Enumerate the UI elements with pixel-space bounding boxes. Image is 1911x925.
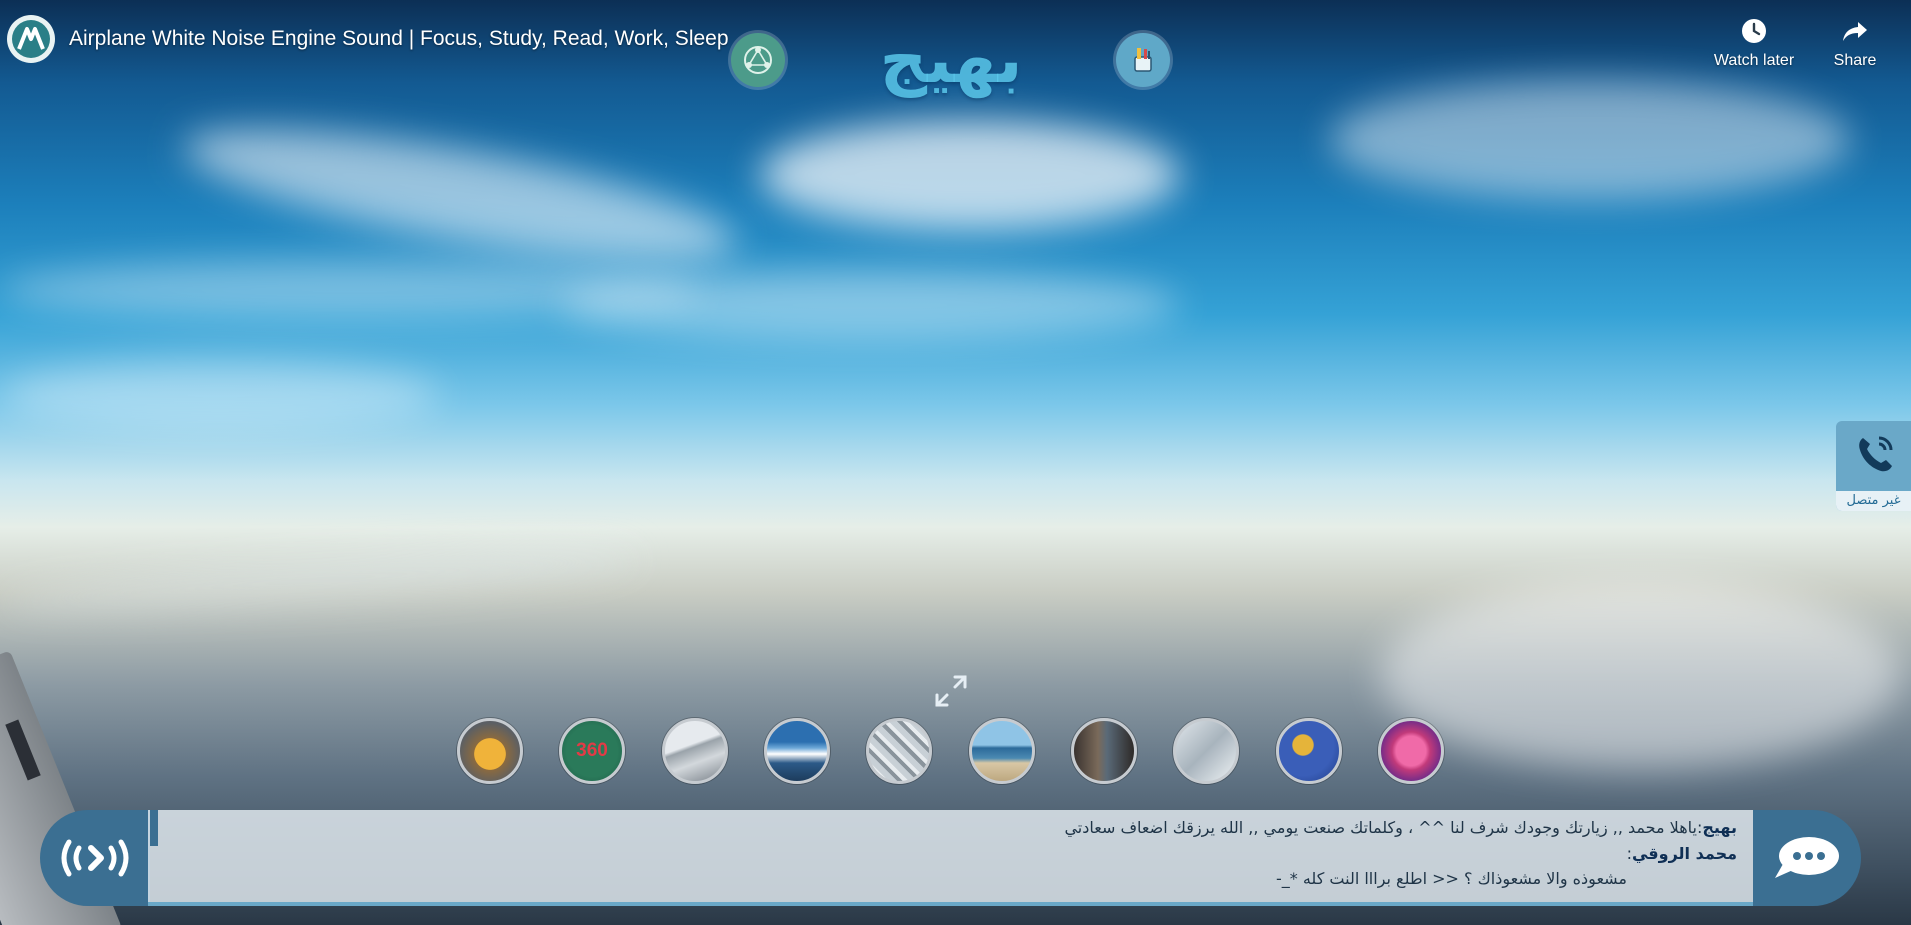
thumb-crystals[interactable] bbox=[866, 718, 932, 784]
expand-icon[interactable] bbox=[933, 673, 969, 709]
site-logo[interactable]: بهيج bbox=[806, 20, 1096, 100]
channel-logo-icon[interactable] bbox=[7, 15, 55, 63]
chat-text: مشعوذه والا مشعوذاك ؟ << اطلع برااا النت… bbox=[1275, 869, 1627, 888]
watch-later-label: Watch later bbox=[1713, 52, 1795, 69]
thumbnail-strip: 360 bbox=[457, 718, 1445, 784]
cloud bbox=[0, 360, 440, 430]
share-arrow-icon bbox=[1843, 22, 1867, 41]
thumb-ice[interactable] bbox=[1173, 718, 1239, 784]
tools-icon[interactable] bbox=[1116, 33, 1170, 87]
share-button[interactable]: Share bbox=[1810, 16, 1900, 70]
phone-widget[interactable]: غير متصل bbox=[1836, 421, 1911, 511]
phone-icon bbox=[1858, 436, 1892, 472]
thumb-360-label: 360 bbox=[576, 740, 608, 761]
thumb-golden-animal[interactable] bbox=[457, 718, 523, 784]
chat-message: بهيج:ياهلا محمد ,, زيارتك وجودك شرف لنا … bbox=[1064, 818, 1737, 837]
video-title[interactable]: Airplane White Noise Engine Sound | Focu… bbox=[69, 27, 729, 51]
network-icon[interactable] bbox=[731, 33, 785, 87]
chat-bar: بهيج:ياهلا محمد ,, زيارتك وجودك شرف لنا … bbox=[40, 810, 1861, 906]
thumb-snow-road[interactable] bbox=[662, 718, 728, 784]
chat-message: محمد الروقي: مشعوذه والا مشعوذاك ؟ << اط… bbox=[1276, 844, 1737, 888]
clock-icon bbox=[1742, 19, 1766, 43]
cloud bbox=[1380, 580, 1900, 770]
chat-bubble-icon bbox=[1775, 837, 1839, 878]
thumb-abstract-blue[interactable] bbox=[1276, 718, 1342, 784]
broadcast-button[interactable] bbox=[40, 810, 150, 906]
chat-author[interactable]: بهيج bbox=[1702, 818, 1737, 837]
share-label: Share bbox=[1833, 52, 1877, 69]
thumb-aerial-earth[interactable] bbox=[764, 718, 830, 784]
cloud bbox=[1330, 80, 1850, 200]
cloud bbox=[760, 120, 1180, 230]
open-chat-button[interactable] bbox=[1753, 810, 1861, 906]
chat-text: ياهلا محمد ,, زيارتك وجودك شرف لنا ^^ ، … bbox=[1064, 818, 1697, 837]
cloud bbox=[560, 270, 1180, 340]
video-background[interactable] bbox=[0, 0, 1911, 925]
connection-status: غير متصل bbox=[1836, 491, 1911, 511]
thumb-pink-jellyfish[interactable] bbox=[1378, 718, 1444, 784]
thumb-360[interactable]: 360 bbox=[559, 718, 625, 784]
broadcast-icon bbox=[61, 839, 129, 877]
thumb-forest[interactable] bbox=[1071, 718, 1137, 784]
thumb-beach[interactable] bbox=[969, 718, 1035, 784]
chat-author[interactable]: محمد الروقي bbox=[1632, 844, 1737, 863]
cloud bbox=[0, 537, 641, 623]
chat-messages-panel[interactable]: بهيج:ياهلا محمد ,, زيارتك وجودك شرف لنا … bbox=[148, 810, 1753, 906]
watch-later-button[interactable]: Watch later bbox=[1709, 16, 1799, 70]
